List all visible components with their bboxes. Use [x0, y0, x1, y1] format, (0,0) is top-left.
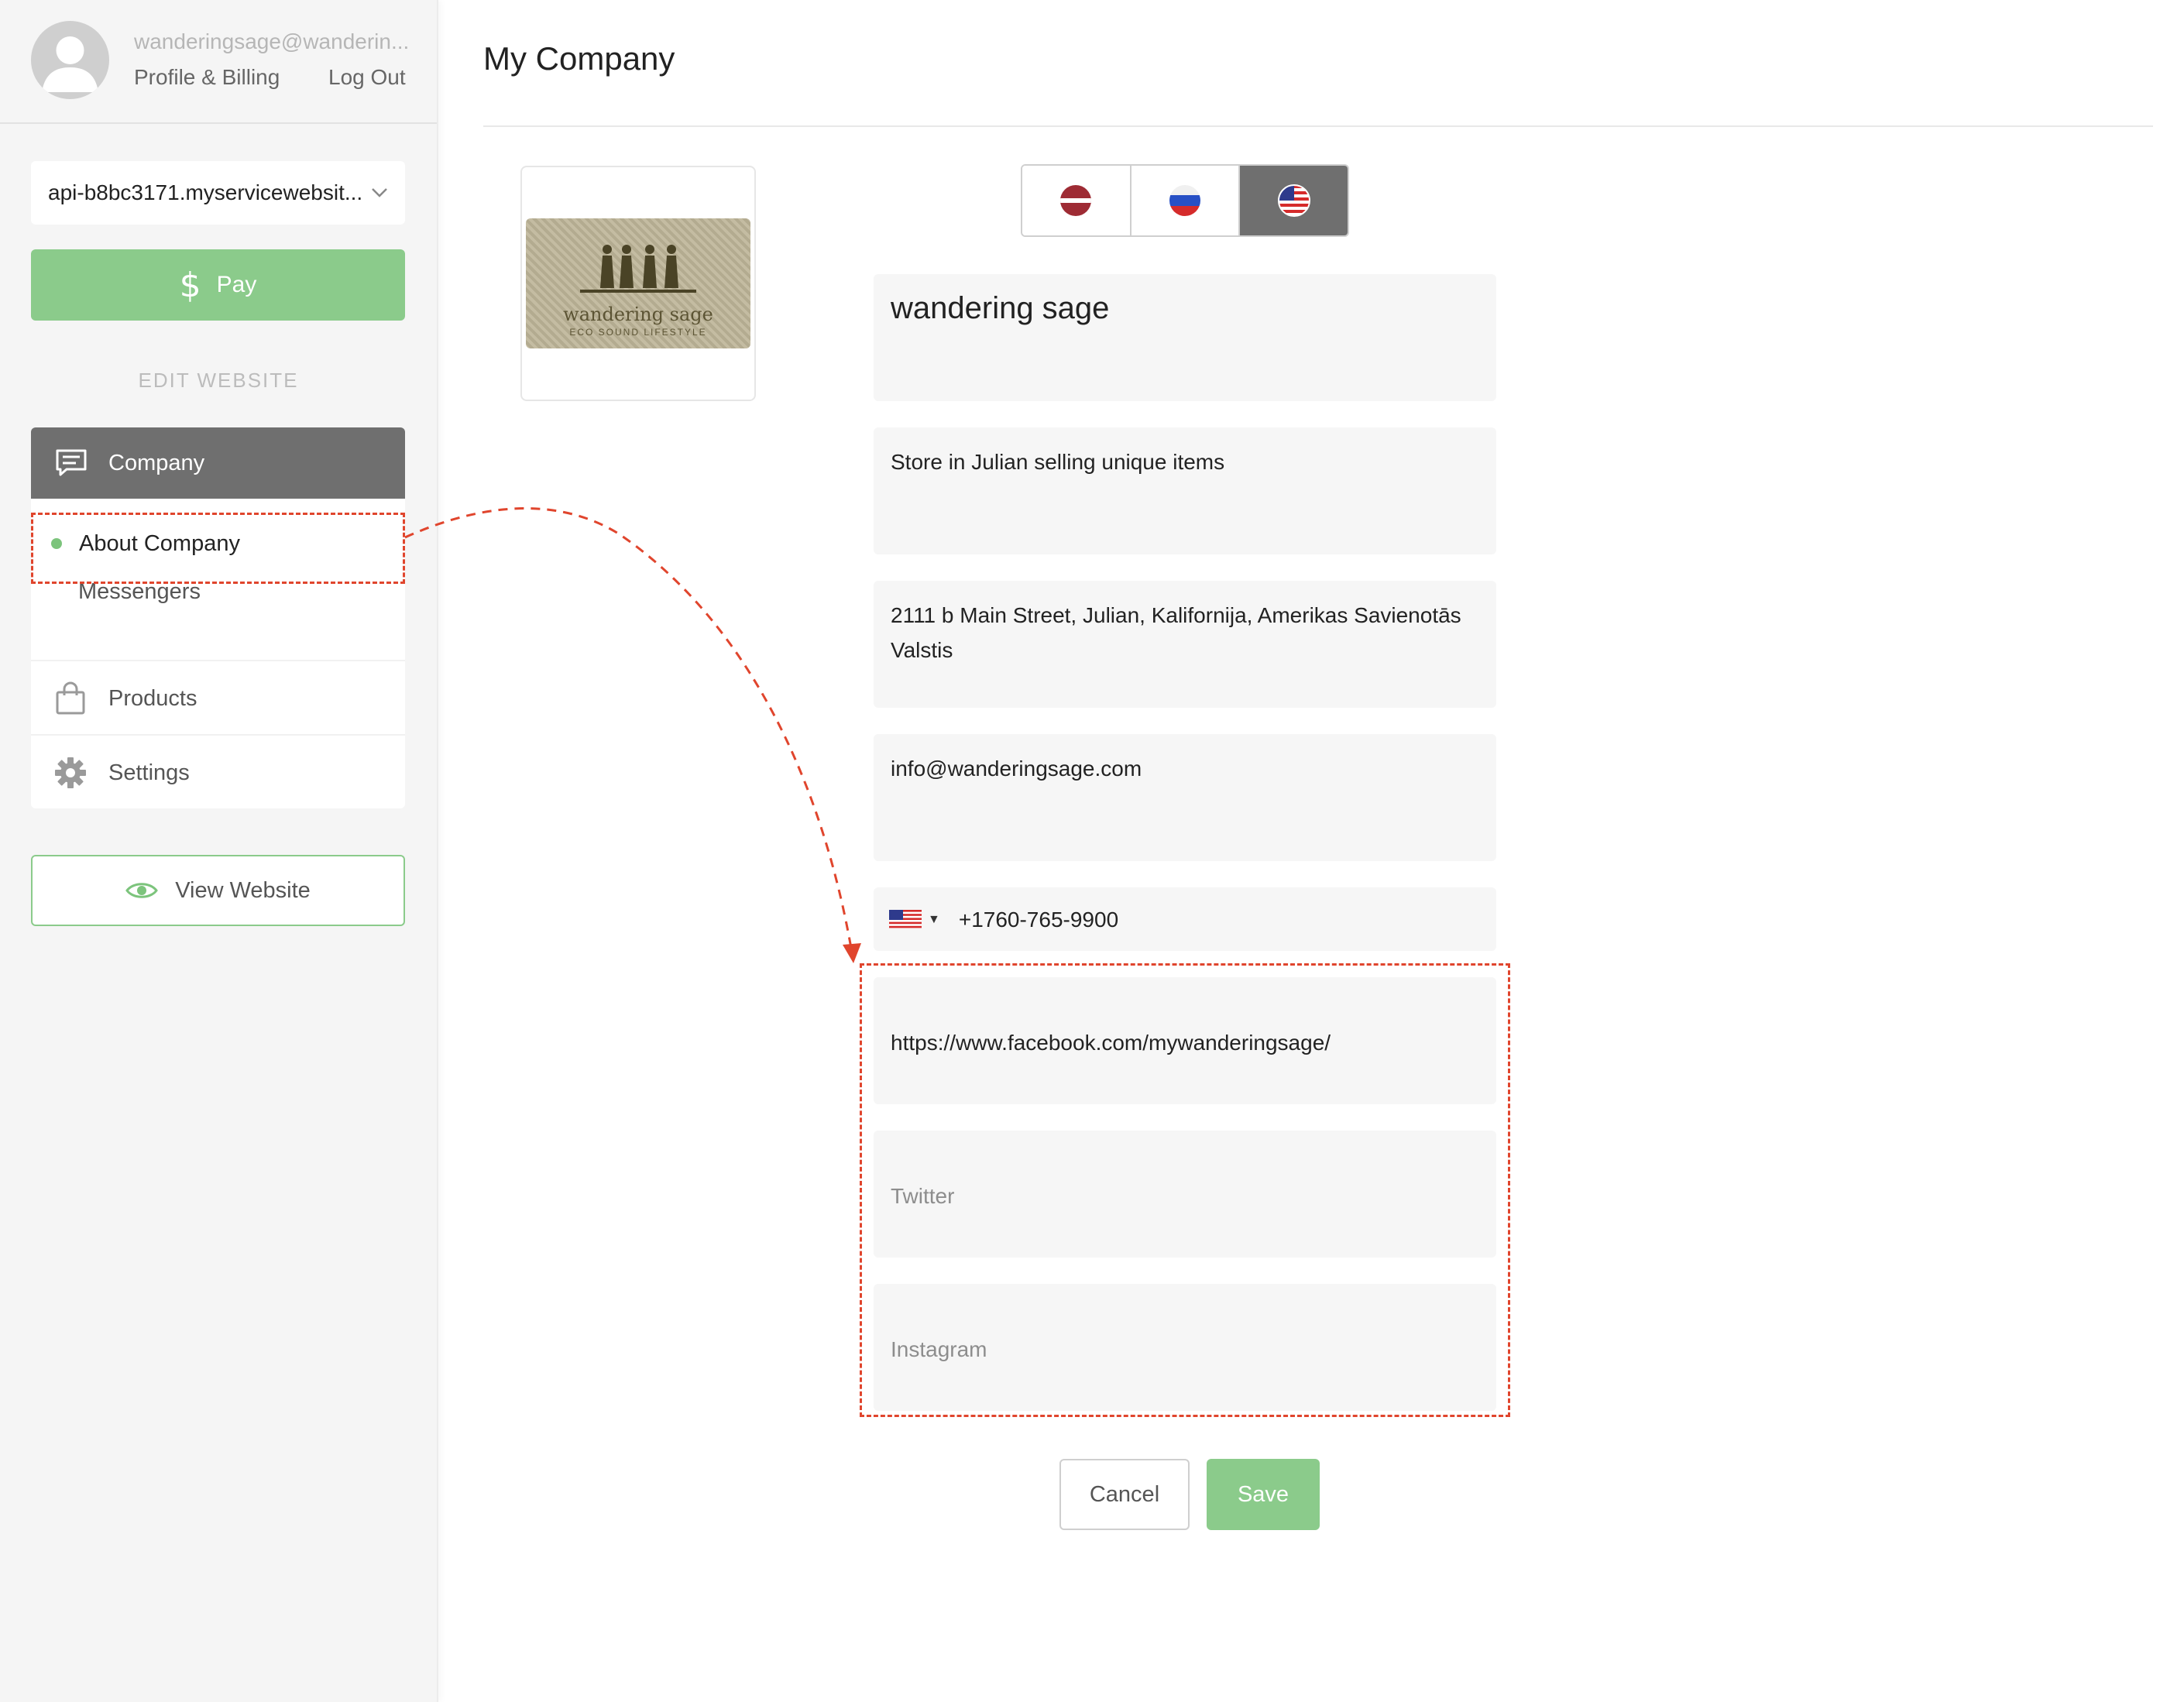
annotation-arrow [404, 507, 861, 963]
